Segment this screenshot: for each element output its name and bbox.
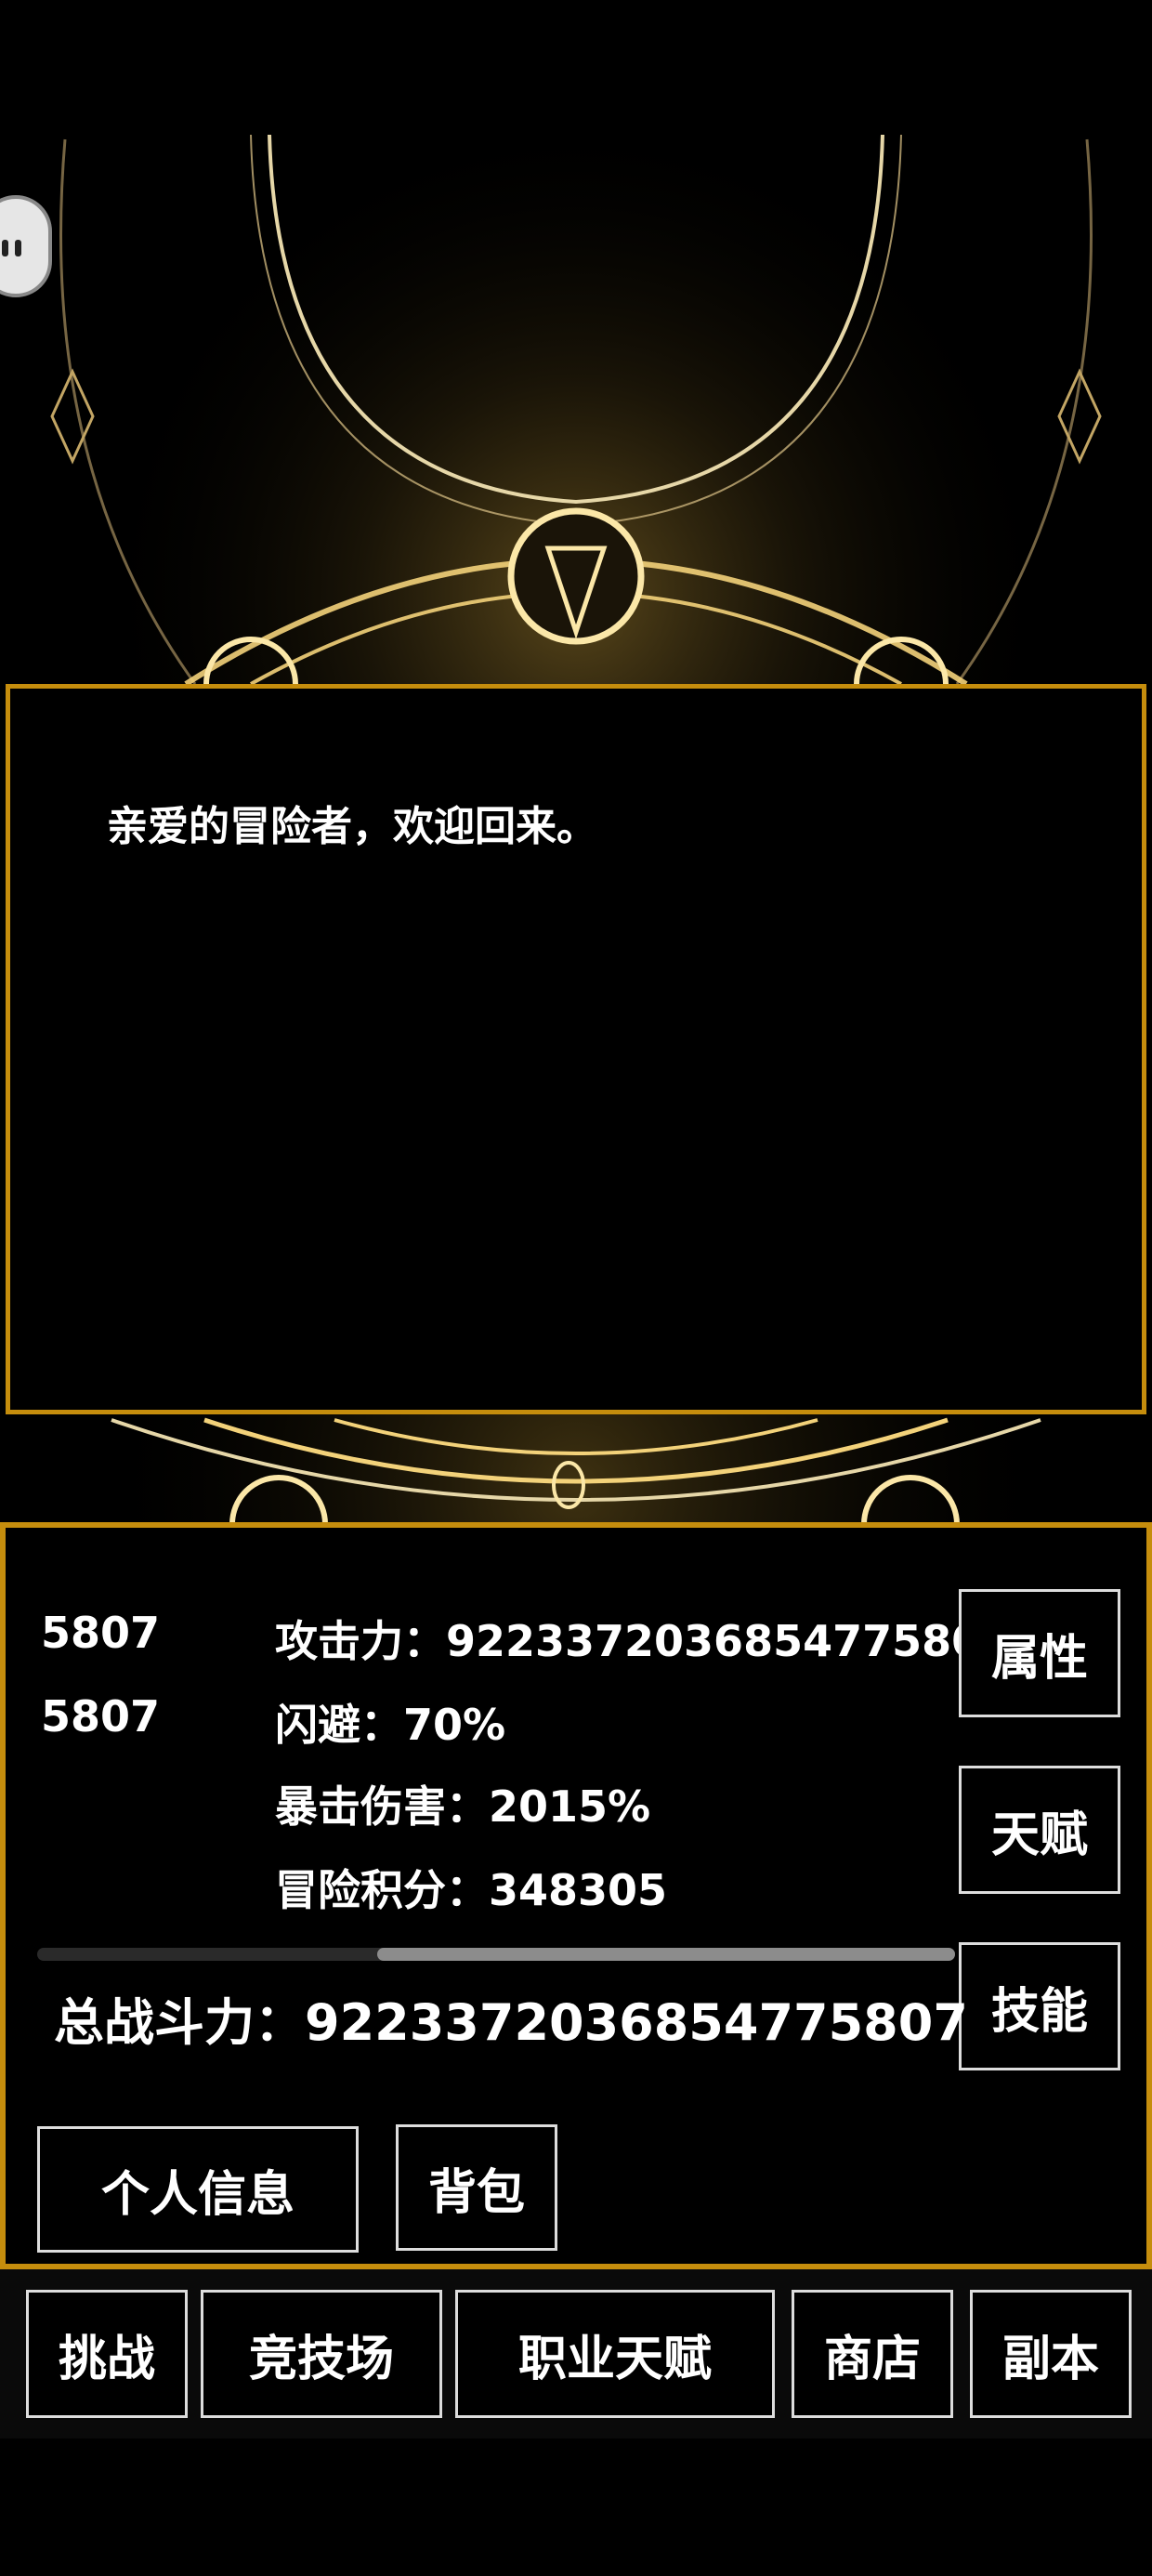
crit-damage-stat: 暴击伤害：2015%: [275, 1781, 651, 1832]
nav-challenge-button[interactable]: 挑战: [26, 2290, 188, 2418]
assistant-eye-icon: [15, 240, 21, 256]
profile-button[interactable]: 个人信息: [37, 2126, 359, 2253]
nav-arena-button[interactable]: 竞技场: [201, 2290, 442, 2418]
message-panel: 亲爱的冒险者，欢迎回来。: [6, 684, 1146, 1414]
nav-dungeon-button[interactable]: 副本: [970, 2290, 1132, 2418]
talent-button[interactable]: 天赋: [959, 1766, 1120, 1894]
hp-value: 5807: [41, 1608, 161, 1658]
total-power: 总战斗力：9223372036854775807: [54, 1993, 968, 2052]
assistant-eye-icon: [2, 240, 8, 256]
attributes-button[interactable]: 属性: [959, 1589, 1120, 1717]
stats-scrollbar-thumb[interactable]: [377, 1948, 955, 1961]
floating-assistant-button[interactable]: [0, 195, 52, 297]
backpack-button[interactable]: 背包: [396, 2124, 557, 2251]
dodge-stat: 闪避：70%: [275, 1700, 506, 1750]
skills-button[interactable]: 技能: [959, 1942, 1120, 2070]
attack-stat: 攻击力：9223372036854775807: [275, 1616, 1012, 1666]
stats-scrollbar[interactable]: [37, 1948, 955, 1961]
welcome-message: 亲爱的冒险者，欢迎回来。: [107, 803, 597, 850]
adventure-points-stat: 冒险积分：348305: [275, 1865, 668, 1915]
bottom-nav: 挑战 竞技场 职业天赋 商店 副本: [0, 2269, 1152, 2438]
nav-shop-button[interactable]: 商店: [792, 2290, 953, 2418]
nav-class-talent-button[interactable]: 职业天赋: [455, 2290, 775, 2418]
mp-value: 5807: [41, 1691, 161, 1741]
